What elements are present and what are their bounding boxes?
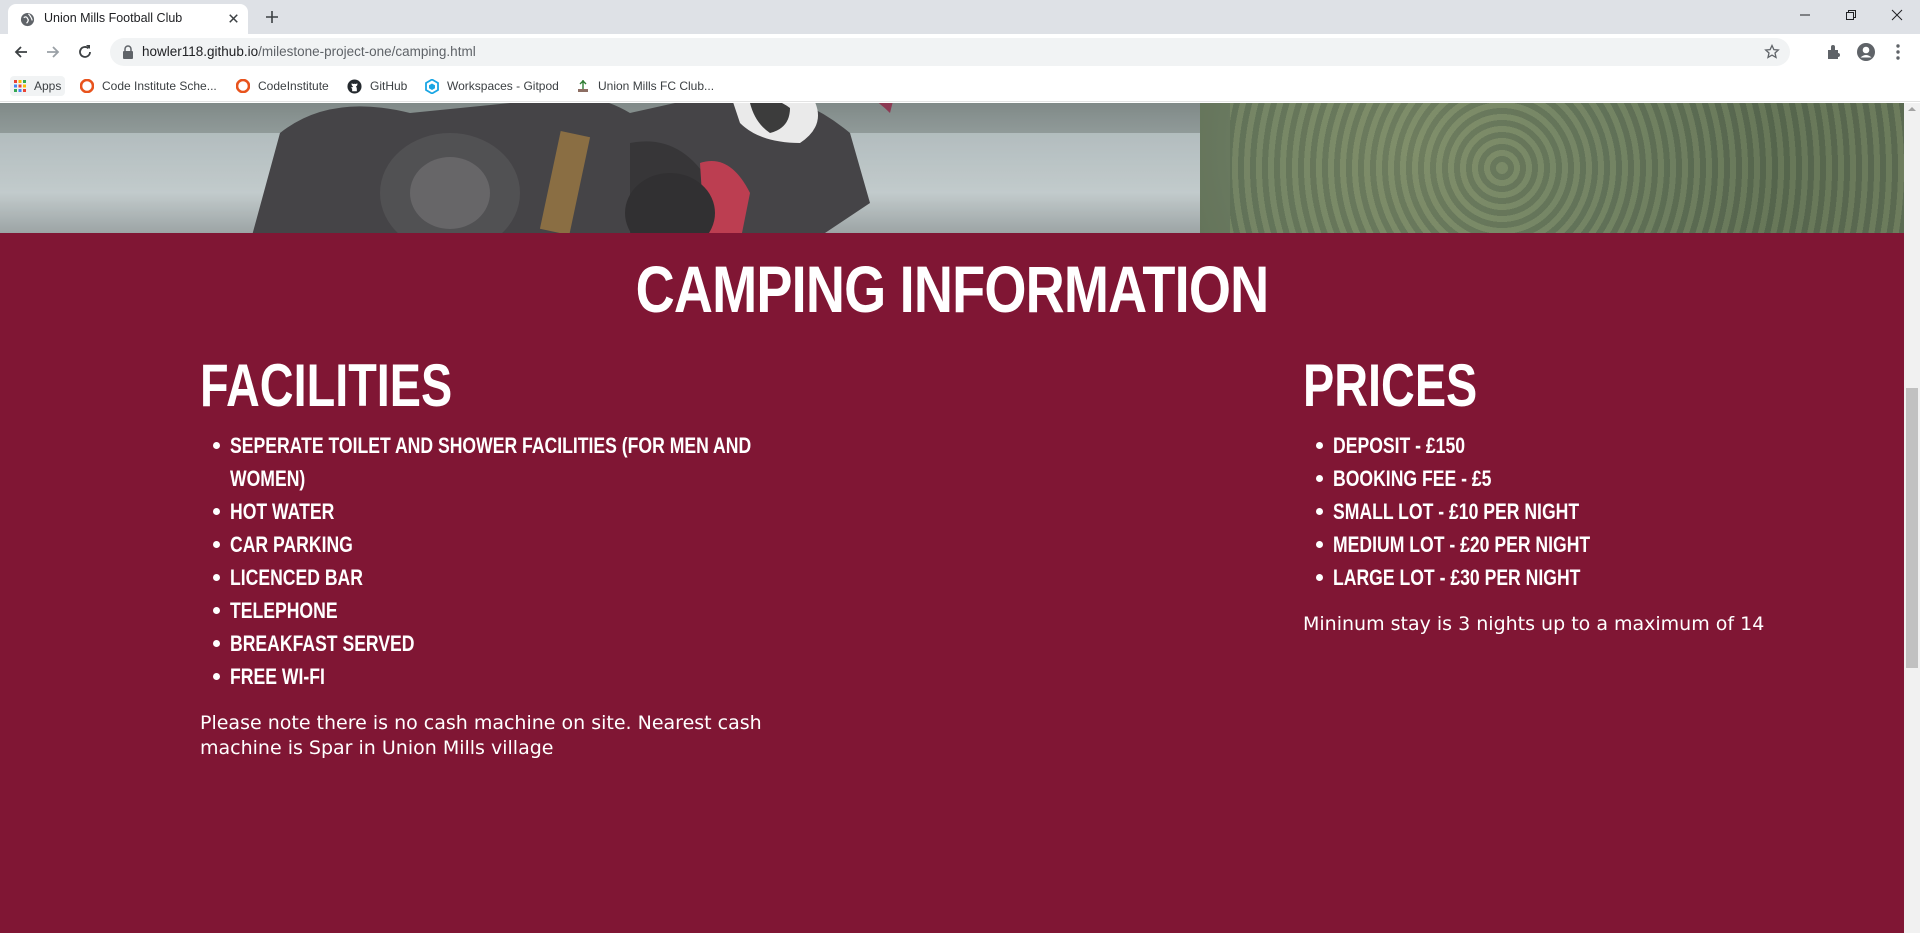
bookmark-code-institute-schedule[interactable]: Code Institute Sche... bbox=[80, 76, 217, 96]
reload-icon[interactable] bbox=[75, 42, 95, 62]
list-item-text: CAR PARKING bbox=[230, 532, 353, 557]
list-item-text: TELEPHONE bbox=[230, 598, 338, 623]
scrollbar-thumb[interactable] bbox=[1906, 388, 1918, 668]
tab-strip: Union Mills Football Club bbox=[0, 0, 1920, 34]
back-icon[interactable] bbox=[11, 42, 31, 62]
url-host: howler118.github.io bbox=[142, 44, 259, 59]
bullet-icon bbox=[1316, 442, 1323, 449]
minimum-stay-note: Mininum stay is 3 nights up to a maximum… bbox=[1303, 613, 1765, 635]
bullet-icon bbox=[213, 640, 220, 647]
list-item-text: SMALL LOT - £10 PER NIGHT bbox=[1333, 499, 1580, 524]
list-item-text: BOOKING FEE - £5 bbox=[1333, 466, 1492, 491]
page-title: CAMPING INFORMATION bbox=[635, 252, 1270, 326]
minimize-icon bbox=[1800, 14, 1810, 16]
bullet-icon bbox=[213, 442, 220, 449]
page-viewport: weep CAMPING INFORMATION FACILITIES SEPE… bbox=[0, 103, 1904, 933]
bullet-icon bbox=[213, 508, 220, 515]
restore-button[interactable] bbox=[1828, 0, 1874, 30]
vertical-scrollbar[interactable] bbox=[1904, 103, 1920, 933]
extensions-icon[interactable] bbox=[1824, 42, 1844, 62]
bookmark-github[interactable]: GitHub bbox=[347, 76, 407, 96]
list-item-text: DEPOSIT - £150 bbox=[1333, 433, 1466, 458]
facilities-heading: FACILITIES bbox=[200, 352, 453, 419]
gitpod-icon bbox=[425, 78, 439, 94]
bookmarks-bar: Apps Code Institute Sche... CodeInstitut… bbox=[0, 70, 1920, 102]
bullet-icon bbox=[213, 541, 220, 548]
bullet-icon bbox=[213, 574, 220, 581]
url-path: /milestone-project-one/camping.html bbox=[258, 44, 476, 59]
bookmark-label: GitHub bbox=[370, 79, 408, 93]
list-item-text: LARGE LOT - £30 PER NIGHT bbox=[1333, 565, 1581, 590]
bullet-icon bbox=[1316, 574, 1323, 581]
bookmark-label: CodeInstitute bbox=[258, 79, 329, 93]
bookmark-gitpod[interactable]: Workspaces - Gitpod bbox=[425, 76, 559, 96]
list-item: MEDIUM LOT - £20 PER NIGHT bbox=[1303, 528, 1863, 561]
tab-title: Union Mills Football Club bbox=[44, 11, 183, 25]
list-item-text: FREE WI-FI bbox=[230, 664, 325, 689]
globe-icon bbox=[20, 12, 35, 27]
github-icon bbox=[347, 78, 362, 94]
code-institute-icon bbox=[236, 79, 250, 93]
bookmark-label: Code Institute Sche... bbox=[102, 79, 217, 93]
bullet-icon bbox=[1316, 541, 1323, 548]
close-window-button[interactable] bbox=[1874, 0, 1920, 30]
list-item: TELEPHONE bbox=[200, 594, 770, 627]
cash-machine-note: Please note there is no cash machine on … bbox=[200, 712, 762, 759]
browser-tab[interactable]: Union Mills Football Club bbox=[8, 4, 248, 34]
bookmark-codeinstitute[interactable]: CodeInstitute bbox=[236, 76, 329, 96]
code-institute-icon bbox=[80, 79, 94, 93]
bullet-icon bbox=[1316, 508, 1323, 515]
bookmark-apps[interactable]: Apps bbox=[10, 76, 66, 96]
browser-toolbar: howler118.github.io/milestone-project-on… bbox=[0, 34, 1920, 70]
apps-grid-icon bbox=[14, 80, 26, 92]
bookmark-label: Workspaces - Gitpod bbox=[447, 79, 559, 93]
window-bottom-edge bbox=[0, 933, 1920, 946]
list-item-text: MEDIUM LOT - £20 PER NIGHT bbox=[1333, 532, 1591, 557]
list-item: HOT WATER bbox=[200, 495, 770, 528]
address-bar[interactable]: howler118.github.io/milestone-project-on… bbox=[110, 38, 1790, 66]
facilities-list: SEPERATE TOILET AND SHOWER FACILITIES (F… bbox=[200, 429, 770, 693]
forward-icon[interactable] bbox=[43, 42, 63, 62]
list-item-text: HOT WATER bbox=[230, 499, 335, 524]
hero-image: weep bbox=[0, 103, 1904, 233]
restore-icon bbox=[1846, 10, 1856, 20]
list-item-text: BREAKFAST SERVED bbox=[230, 631, 415, 656]
list-item: BREAKFAST SERVED bbox=[200, 627, 770, 660]
list-item: FREE WI-FI bbox=[200, 660, 770, 693]
list-item: CAR PARKING bbox=[200, 528, 770, 561]
list-item: LICENCED BAR bbox=[200, 561, 770, 594]
list-item: DEPOSIT - £150 bbox=[1303, 429, 1863, 462]
list-item-text: SEPERATE TOILET AND SHOWER FACILITIES (F… bbox=[230, 433, 752, 491]
union-mills-crest-icon bbox=[578, 80, 588, 92]
camping-information-section: CAMPING INFORMATION FACILITIES SEPERATE … bbox=[0, 233, 1904, 933]
list-item: BOOKING FEE - £5 bbox=[1303, 462, 1863, 495]
bookmark-label: Apps bbox=[34, 79, 62, 93]
close-tab-icon[interactable] bbox=[226, 11, 241, 26]
scroll-up-arrow-icon[interactable] bbox=[1908, 105, 1916, 113]
prices-list: DEPOSIT - £150 BOOKING FEE - £5 SMALL LO… bbox=[1303, 429, 1863, 594]
url-text: howler118.github.io/milestone-project-on… bbox=[142, 44, 476, 59]
bookmark-union-mills-fc[interactable]: Union Mills FC Club... bbox=[576, 76, 714, 96]
minimize-button[interactable] bbox=[1782, 0, 1828, 30]
lock-icon bbox=[123, 45, 133, 59]
list-item-text: LICENCED BAR bbox=[230, 565, 363, 590]
bookmark-label: Union Mills FC Club... bbox=[598, 79, 715, 93]
profile-icon[interactable] bbox=[1856, 42, 1876, 62]
list-item: SEPERATE TOILET AND SHOWER FACILITIES (F… bbox=[200, 429, 770, 495]
facilities-column: FACILITIES SEPERATE TOILET AND SHOWER FA… bbox=[200, 353, 770, 761]
list-item: SMALL LOT - £10 PER NIGHT bbox=[1303, 495, 1863, 528]
bullet-icon bbox=[213, 673, 220, 680]
list-item: LARGE LOT - £30 PER NIGHT bbox=[1303, 561, 1863, 594]
bullet-icon bbox=[213, 607, 220, 614]
bookmark-star-icon[interactable] bbox=[1764, 44, 1780, 60]
prices-column: PRICES DEPOSIT - £150 BOOKING FEE - £5 S… bbox=[1303, 353, 1863, 637]
menu-icon[interactable] bbox=[1888, 42, 1908, 62]
new-tab-icon[interactable] bbox=[262, 7, 282, 27]
hero-overlay bbox=[0, 103, 1904, 233]
bullet-icon bbox=[1316, 475, 1323, 482]
close-icon bbox=[1891, 9, 1903, 21]
prices-heading: PRICES bbox=[1303, 352, 1478, 419]
